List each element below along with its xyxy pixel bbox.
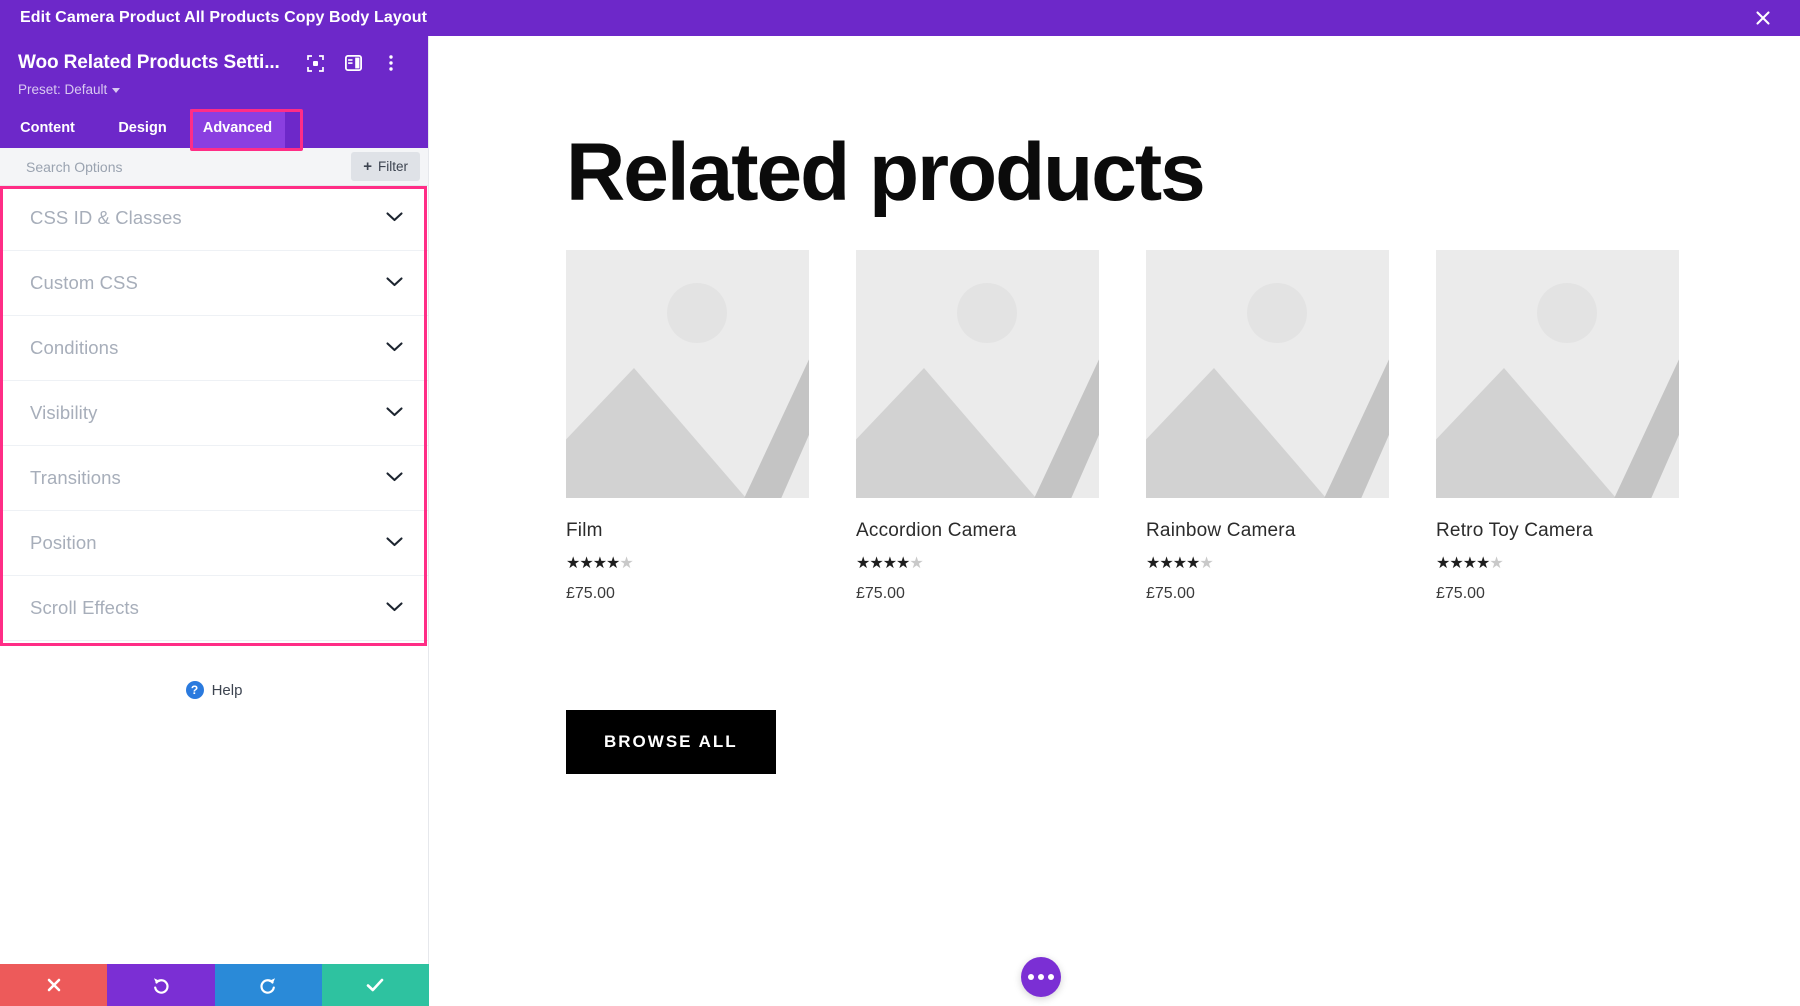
editor-root: Edit Camera Product All Products Copy Bo… — [0, 0, 1800, 1006]
accordion-transitions[interactable]: Transitions — [0, 446, 428, 511]
product-name: Film — [566, 520, 809, 542]
save-button[interactable] — [322, 964, 429, 1006]
plus-icon: + — [363, 159, 372, 174]
search-options-row: + Filter — [0, 148, 428, 186]
panel-header-icons — [296, 50, 410, 76]
page-preview: Related products Film ★★★★★ £75.00 — [429, 36, 1800, 1006]
product-card[interactable]: Accordion Camera ★★★★★ £75.00 — [856, 250, 1099, 603]
product-rating: ★★★★★ — [1436, 556, 1679, 572]
settings-action-bar — [0, 964, 429, 1006]
undo-button[interactable] — [107, 964, 214, 1006]
tab-advanced[interactable]: Advanced — [190, 109, 285, 148]
chevron-down-icon — [386, 209, 403, 227]
accordion-label: Visibility — [30, 402, 97, 424]
fab-dot — [1048, 974, 1054, 980]
accordion-label: Conditions — [30, 337, 118, 359]
product-name: Rainbow Camera — [1146, 520, 1389, 542]
settings-panel: Woo Related Products Setti... — [0, 36, 429, 1006]
close-icon — [45, 976, 63, 994]
search-input[interactable] — [26, 159, 351, 175]
undo-icon — [151, 975, 171, 995]
settings-tabs: Content Design Advanced — [0, 109, 428, 148]
tab-content[interactable]: Content — [0, 109, 95, 148]
window-title: Edit Camera Product All Products Copy Bo… — [0, 9, 427, 27]
product-rating: ★★★★★ — [1146, 556, 1389, 572]
page-title: Related products — [566, 126, 1204, 220]
chevron-down-icon — [386, 469, 403, 487]
product-name: Accordion Camera — [856, 520, 1099, 542]
advanced-options-group: CSS ID & Classes Custom CSS Conditions — [0, 186, 428, 641]
chevron-down-icon — [386, 599, 403, 617]
chevron-down-icon — [386, 534, 403, 552]
redo-icon — [258, 975, 278, 995]
advanced-options-list: CSS ID & Classes Custom CSS Conditions — [0, 186, 428, 641]
product-card[interactable]: Retro Toy Camera ★★★★★ £75.00 — [1436, 250, 1679, 603]
check-icon — [365, 976, 385, 994]
preset-selector[interactable]: Preset: Default — [0, 76, 428, 97]
chevron-down-icon — [112, 88, 120, 93]
chevron-down-icon — [386, 339, 403, 357]
focus-target-icon[interactable] — [296, 50, 334, 76]
panel-title: Woo Related Products Setti... — [18, 52, 280, 74]
accordion-scroll-effects[interactable]: Scroll Effects — [0, 576, 428, 641]
accordion-custom-css[interactable]: Custom CSS — [0, 251, 428, 316]
related-products-grid: Film ★★★★★ £75.00 Accordion Camera ★★★★★… — [566, 250, 1679, 603]
window-titlebar: Edit Camera Product All Products Copy Bo… — [0, 0, 1800, 36]
help-icon: ? — [186, 681, 204, 699]
product-card[interactable]: Rainbow Camera ★★★★★ £75.00 — [1146, 250, 1389, 603]
more-vertical-icon[interactable] — [372, 50, 410, 76]
product-image-placeholder — [1436, 250, 1679, 498]
product-rating: ★★★★★ — [856, 556, 1099, 572]
accordion-label: Scroll Effects — [30, 597, 139, 619]
accordion-label: Transitions — [30, 467, 121, 489]
product-name: Retro Toy Camera — [1436, 520, 1679, 542]
help-label: Help — [212, 682, 243, 699]
close-icon[interactable] — [1748, 0, 1778, 36]
panel-layout-icon[interactable] — [334, 50, 372, 76]
product-image-placeholder — [566, 250, 809, 498]
settings-panel-header: Woo Related Products Setti... — [0, 36, 428, 109]
cancel-button[interactable] — [0, 964, 107, 1006]
preset-label: Preset: Default — [18, 82, 107, 97]
product-image-placeholder — [856, 250, 1099, 498]
product-card[interactable]: Film ★★★★★ £75.00 — [566, 250, 809, 603]
product-price: £75.00 — [1146, 585, 1389, 603]
product-price: £75.00 — [1436, 585, 1679, 603]
product-price: £75.00 — [856, 585, 1099, 603]
filter-button[interactable]: + Filter — [351, 152, 420, 181]
fab-dot — [1028, 974, 1034, 980]
chevron-down-icon — [386, 274, 403, 292]
filter-button-label: Filter — [378, 159, 408, 174]
redo-button[interactable] — [215, 964, 322, 1006]
product-price: £75.00 — [566, 585, 809, 603]
chevron-down-icon — [386, 404, 403, 422]
accordion-position[interactable]: Position — [0, 511, 428, 576]
fab-dot — [1038, 974, 1044, 980]
accordion-css-id-classes[interactable]: CSS ID & Classes — [0, 186, 428, 251]
accordion-label: Position — [30, 532, 97, 554]
accordion-conditions[interactable]: Conditions — [0, 316, 428, 381]
product-image-placeholder — [1146, 250, 1389, 498]
help-link[interactable]: ? Help — [0, 641, 428, 699]
accordion-label: Custom CSS — [30, 272, 138, 294]
accordion-visibility[interactable]: Visibility — [0, 381, 428, 446]
more-horizontal-icon[interactable] — [1021, 957, 1061, 997]
browse-all-button[interactable]: BROWSE ALL — [566, 710, 776, 774]
product-rating: ★★★★★ — [566, 556, 809, 572]
accordion-label: CSS ID & Classes — [30, 207, 182, 229]
tab-design[interactable]: Design — [95, 109, 190, 148]
